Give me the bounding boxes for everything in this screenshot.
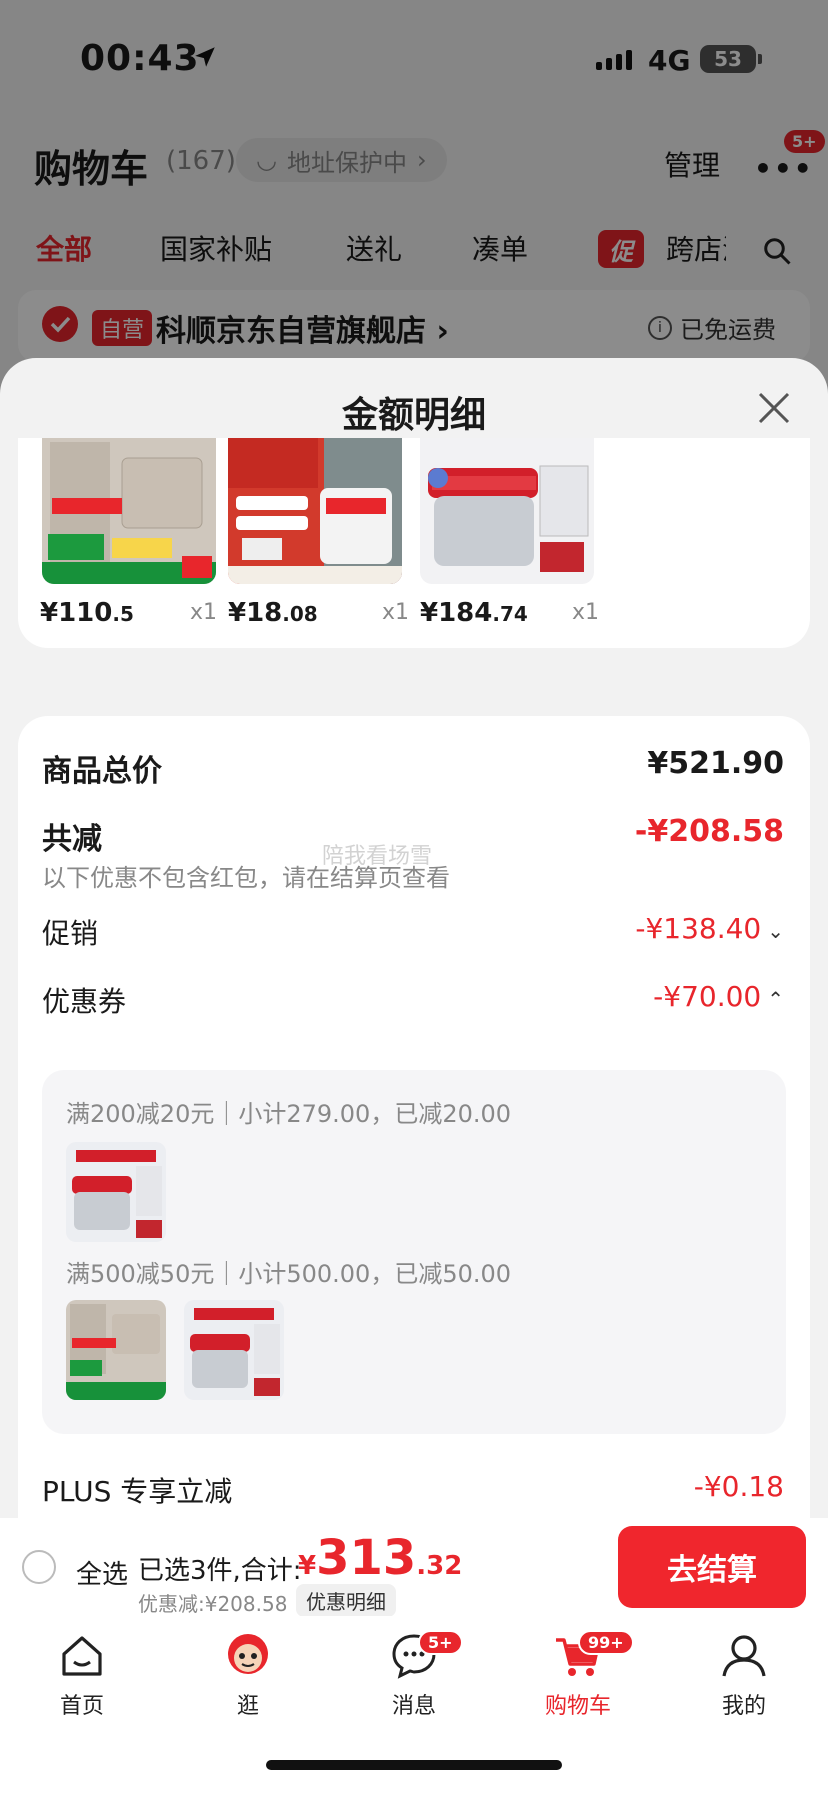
- coupon-rule: 满200减20元｜小计279.00，已减20.00: [66, 1100, 512, 1128]
- coupon-product-thumb[interactable]: [184, 1300, 284, 1400]
- tab-browse[interactable]: 逛: [188, 1630, 308, 1720]
- chevron-up-icon: ⌃: [767, 987, 784, 1011]
- home-indicator: [266, 1760, 562, 1770]
- saved-amount: 优惠减:¥208.58: [138, 1592, 288, 1616]
- checkout-bar: 全选 已选3件,合计: ¥313.32 优惠减:¥208.58 优惠明细 去结算: [0, 1518, 828, 1617]
- product-price: ¥184.74: [420, 598, 528, 628]
- product-price: ¥110.5: [40, 598, 134, 628]
- close-icon[interactable]: [754, 388, 794, 428]
- product-total-label: 商品总价: [42, 754, 162, 789]
- product-image-socket[interactable]: [42, 438, 216, 584]
- selected-count: 已选3件,合计:: [138, 1556, 302, 1586]
- promotion-row-toggle[interactable]: -¥138.40 ⌄: [635, 912, 784, 945]
- plus-discount-label: PLUS 专享立减: [42, 1475, 233, 1508]
- plus-discount-value: -¥0.18: [693, 1470, 784, 1503]
- coupon-product-thumb[interactable]: [66, 1142, 166, 1242]
- product-qty: x1: [572, 600, 600, 625]
- product-qty: x1: [190, 600, 218, 625]
- cart-badge: 99+: [578, 1630, 634, 1655]
- total-amount: ¥313.32: [298, 1530, 463, 1586]
- sheet-title: 金额明细: [341, 395, 486, 436]
- total-discount-value: -¥208.58: [634, 814, 784, 849]
- product-qty: x1: [382, 600, 410, 625]
- product-image-waterproof[interactable]: [228, 438, 402, 584]
- tab-cart[interactable]: 购物车 99+: [518, 1630, 638, 1720]
- amount-detail-card: 商品总价 ¥521.90 共减 -¥208.58 以下优惠不包含红包，请在结算页…: [18, 716, 810, 1518]
- checkout-button[interactable]: 去结算: [618, 1526, 806, 1608]
- tab-home[interactable]: 首页: [22, 1630, 142, 1720]
- message-badge: 5+: [418, 1630, 463, 1655]
- select-all-label[interactable]: 全选: [76, 1554, 128, 1591]
- product-list: ¥110.5 x1 ¥18.08 x1 ¥184.74 x1: [18, 438, 810, 648]
- total-discount-label: 共减: [42, 822, 102, 857]
- tab-messages[interactable]: 消息 5+: [354, 1630, 474, 1720]
- tab-me[interactable]: 我的: [684, 1630, 804, 1720]
- watermark: 陪我看场雪: [322, 844, 433, 869]
- home-icon: [62, 1636, 102, 1676]
- overlay-dim[interactable]: [0, 0, 828, 420]
- mascot-icon: [228, 1634, 268, 1674]
- coupon-rule: 满500减50元｜小计500.00，已减50.00: [66, 1260, 512, 1288]
- select-all-radio[interactable]: [22, 1550, 56, 1584]
- amount-detail-sheet: 金额明细 ¥110.5 x1 ¥18.08 x1 ¥184.74 x1 商品总价…: [0, 358, 828, 1518]
- promotion-label: 促销: [42, 917, 99, 950]
- profile-icon: [722, 1635, 766, 1677]
- product-image-cream[interactable]: [420, 438, 594, 584]
- product-price: ¥18.08: [228, 598, 318, 628]
- coupon-product-thumb[interactable]: [66, 1300, 166, 1400]
- chevron-down-icon: ⌄: [767, 919, 784, 943]
- discount-detail-button[interactable]: 优惠明细: [296, 1584, 396, 1617]
- coupon-breakdown: 满200减20元｜小计279.00，已减20.00 满500减50元｜小计500…: [42, 1070, 786, 1434]
- coupon-label: 优惠券: [42, 985, 127, 1018]
- product-total-value: ¥521.90: [647, 746, 784, 781]
- coupon-row-toggle[interactable]: -¥70.00 ⌃: [653, 980, 784, 1013]
